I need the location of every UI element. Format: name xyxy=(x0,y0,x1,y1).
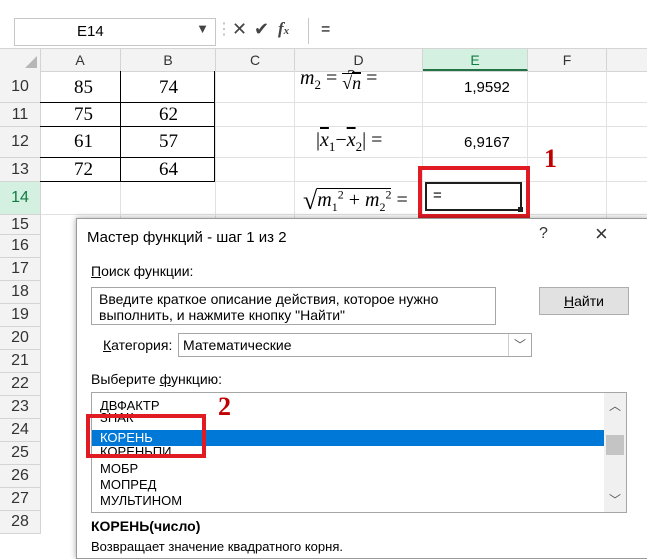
category-select[interactable]: Математические ﹀ xyxy=(178,333,532,357)
row-header-17[interactable]: 17 xyxy=(0,258,41,281)
scrollbar-thumb[interactable] xyxy=(606,435,624,455)
row-header-28[interactable]: 28 xyxy=(0,511,41,534)
separator-icon: ⋮ xyxy=(216,21,232,38)
formula-bar-icons: ⋮ ✕ ✔ fx xyxy=(214,18,308,44)
help-icon[interactable]: ? xyxy=(539,225,548,243)
table-border xyxy=(40,181,215,182)
category-value: Математические xyxy=(183,337,292,353)
table-border xyxy=(40,157,215,158)
list-item[interactable]: МУЛЬТИНОМ xyxy=(92,493,604,509)
table-cell[interactable]: 61 xyxy=(74,131,93,153)
find-button[interactable]: Найти xyxy=(539,287,629,315)
table-border xyxy=(40,102,215,103)
column-header-a[interactable]: A xyxy=(40,49,121,71)
table-cell[interactable]: 62 xyxy=(159,104,178,126)
select-all-corner[interactable] xyxy=(0,49,41,71)
table-cell[interactable]: 72 xyxy=(74,159,93,181)
search-label: Поиск функции: xyxy=(91,263,194,279)
column-header-e[interactable]: E xyxy=(423,49,528,71)
row-header-16[interactable]: 16 xyxy=(0,235,41,258)
row-header-25[interactable]: 25 xyxy=(0,442,41,465)
row-header-21[interactable]: 21 xyxy=(0,350,41,373)
row-header-23[interactable]: 23 xyxy=(0,396,41,419)
column-header-c[interactable]: C xyxy=(216,49,295,71)
column-header-b[interactable]: B xyxy=(121,49,216,71)
cancel-icon[interactable]: ✕ xyxy=(232,19,247,40)
list-item[interactable]: ДВФАКТР xyxy=(92,398,604,414)
chevron-down-icon[interactable]: ▼ xyxy=(196,21,209,36)
choose-function-label: Выберите функцию: xyxy=(91,371,223,387)
row-header-22[interactable]: 22 xyxy=(0,373,41,396)
name-box-value: E14 xyxy=(77,23,104,40)
search-label-text: оиск функции: xyxy=(101,263,194,279)
close-icon[interactable]: × xyxy=(595,221,608,247)
search-input-line-2: выполнить, и нажмите кнопку "Найти" xyxy=(99,307,346,323)
chevron-down-icon[interactable]: ﹀ xyxy=(609,491,621,508)
page-caption-fragment xyxy=(0,0,647,14)
table-cell[interactable]: 64 xyxy=(159,159,178,181)
chevron-up-icon[interactable]: ︿ xyxy=(609,397,621,414)
cell-e10[interactable]: 1,9592 xyxy=(464,79,510,96)
list-item[interactable]: МОПРЕД xyxy=(92,477,604,493)
annotation-box-1 xyxy=(418,166,530,218)
chevron-down-icon[interactable]: ﹀ xyxy=(508,334,531,356)
row-header-26[interactable]: 26 xyxy=(0,465,41,488)
cell-e12[interactable]: 6,9167 xyxy=(464,134,510,151)
table-cell[interactable]: 75 xyxy=(74,104,93,126)
formula-text: = xyxy=(321,21,331,38)
annotation-box-2 xyxy=(86,414,206,458)
row-header-15[interactable]: 15 xyxy=(0,215,41,235)
column-header-f[interactable]: F xyxy=(528,49,607,71)
dialog-title: Мастер функций - шаг 1 из 2 xyxy=(87,229,287,246)
annotation-number-2: 2 xyxy=(218,392,231,421)
function-description: Возвращает значение квадратного корня. xyxy=(91,539,343,554)
formula-image-difference: |x1−x2| = xyxy=(316,129,383,154)
table-cell[interactable]: 74 xyxy=(159,77,178,99)
formula-image-root-sum: √m12 + m22 = xyxy=(303,186,408,215)
row-header-13[interactable]: 13 xyxy=(0,158,41,182)
table-border xyxy=(214,71,215,181)
row-header-24[interactable]: 24 xyxy=(0,419,41,442)
row-header-20[interactable]: 20 xyxy=(0,327,41,350)
search-input[interactable]: Введите краткое описание действия, котор… xyxy=(91,287,496,325)
formula-image-m2: m2 = 2√n = xyxy=(300,67,378,93)
list-item[interactable]: МОБР xyxy=(92,461,604,477)
search-input-line-1: Введите краткое описание действия, котор… xyxy=(99,291,439,307)
table-border xyxy=(40,126,215,127)
formula-input[interactable]: = xyxy=(308,18,647,44)
row-header-27[interactable]: 27 xyxy=(0,488,41,511)
table-cell[interactable]: 85 xyxy=(74,77,93,99)
row-header-12[interactable]: 12 xyxy=(0,127,41,158)
list-scrollbar[interactable]: ︿ ﹀ xyxy=(604,393,626,512)
table-border xyxy=(120,71,121,181)
annotation-number-1: 1 xyxy=(544,144,557,173)
insert-function-icon[interactable]: fx xyxy=(278,19,289,39)
category-label: Категория: xyxy=(103,337,173,353)
enter-icon[interactable]: ✔ xyxy=(254,19,269,40)
row-header-14[interactable]: 14 xyxy=(0,182,41,215)
function-wizard-dialog: Мастер функций - шаг 1 из 2 ? × Поиск фу… xyxy=(76,218,647,559)
row-header-19[interactable]: 19 xyxy=(0,304,41,327)
function-signature: КОРЕНЬ(число) xyxy=(91,518,201,534)
table-cell[interactable]: 57 xyxy=(159,131,178,153)
row-header-11[interactable]: 11 xyxy=(0,103,41,127)
name-box[interactable]: E14 ▼ xyxy=(14,18,216,46)
row-header-10[interactable]: 10 xyxy=(0,71,41,103)
row-header-18[interactable]: 18 xyxy=(0,281,41,304)
